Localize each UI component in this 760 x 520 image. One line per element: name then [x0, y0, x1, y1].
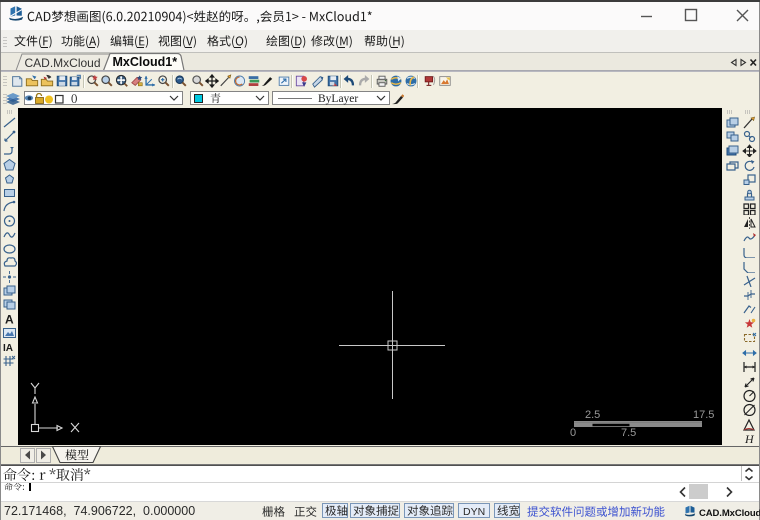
svg-text:H: H [744, 432, 755, 445]
svg-text:A: A [5, 313, 14, 326]
svg-text:IA: IA [3, 343, 13, 353]
